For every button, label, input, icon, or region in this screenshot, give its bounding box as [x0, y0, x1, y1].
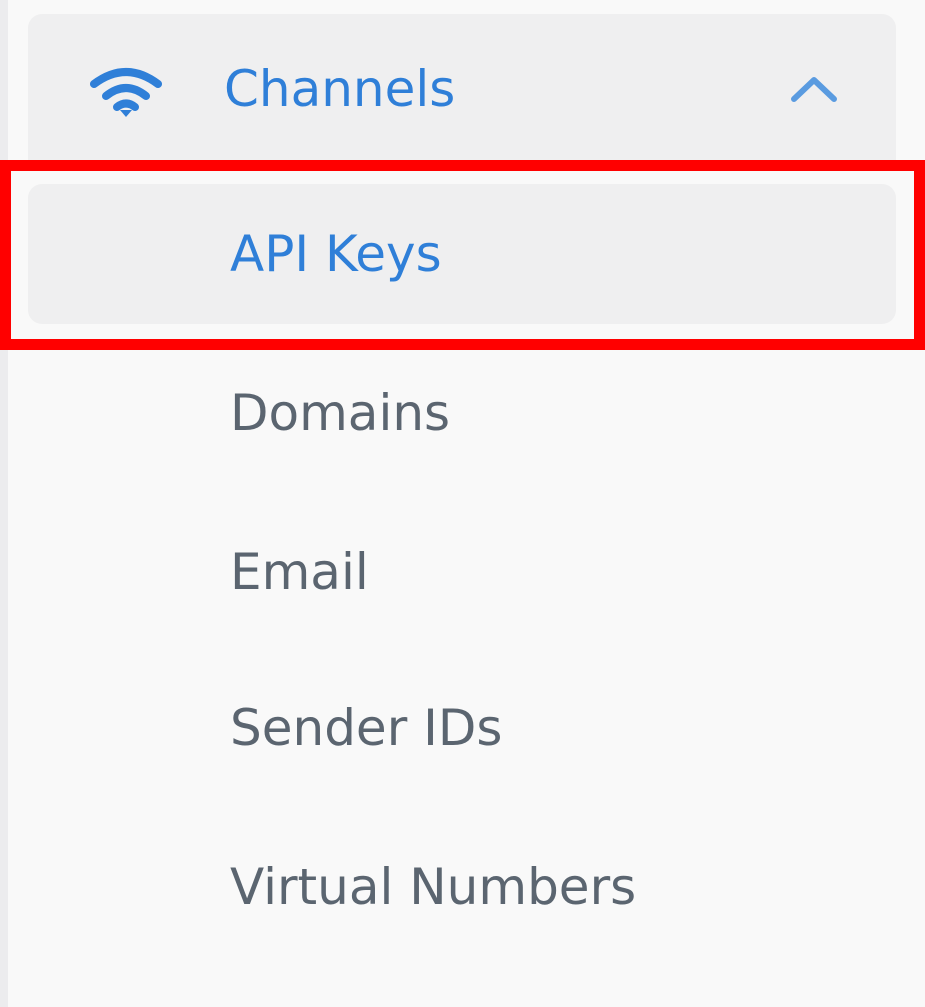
- nav-item-label: Domains: [230, 384, 451, 442]
- channels-label: Channels: [224, 60, 456, 118]
- sidebar-edge: [0, 0, 8, 1007]
- nav-item-sender-ids[interactable]: Sender IDs: [28, 658, 896, 798]
- nav-item-email[interactable]: Email: [28, 502, 896, 642]
- nav-item-label: Virtual Numbers: [230, 858, 637, 916]
- nav-item-label: Sender IDs: [230, 699, 503, 757]
- nav-item-label: API Keys: [230, 225, 442, 283]
- wifi-icon: [90, 68, 162, 117]
- nav-item-label: Email: [230, 543, 369, 601]
- nav-item-api-keys[interactable]: API Keys: [28, 184, 896, 324]
- nav-item-virtual-numbers[interactable]: Virtual Numbers: [28, 817, 896, 957]
- nav-item-domains[interactable]: Domains: [28, 343, 896, 483]
- chevron-up-icon[interactable]: [790, 74, 838, 104]
